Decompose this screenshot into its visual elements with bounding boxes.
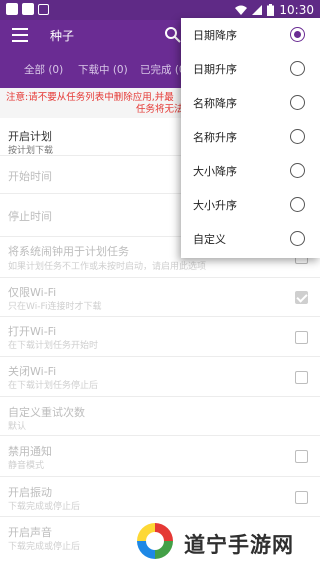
checkbox[interactable] xyxy=(295,371,308,384)
checkbox[interactable] xyxy=(295,450,308,463)
checkbox[interactable] xyxy=(295,291,308,304)
setting-subtitle: 静音模式 xyxy=(8,461,45,471)
signal-icon xyxy=(252,5,263,15)
checkbox[interactable] xyxy=(295,331,308,344)
setting-title: 开启计划 xyxy=(8,130,52,143)
setting-title: 仅限Wi-Fi xyxy=(8,286,57,299)
watermark-text: 道宁手游网 xyxy=(184,533,294,557)
menu-icon[interactable] xyxy=(12,28,28,42)
sort-option-label: 大小升序 xyxy=(193,199,237,212)
sort-option-size-desc[interactable]: 大小降序 xyxy=(181,154,320,188)
watermark-logo-icon xyxy=(136,522,174,560)
radio-button[interactable] xyxy=(290,129,305,144)
setting-vibration[interactable]: 开启振动 下载完成或停止后 xyxy=(0,477,320,517)
wifi-icon xyxy=(235,5,248,15)
sort-option-size-asc[interactable]: 大小升序 xyxy=(181,188,320,222)
notification-icon xyxy=(6,3,18,15)
setting-subtitle: 在下载计划任务停止后 xyxy=(8,381,99,391)
sort-option-label: 日期降序 xyxy=(193,29,237,42)
radio-button[interactable] xyxy=(290,197,305,212)
shield-icon xyxy=(38,3,49,15)
battery-icon xyxy=(267,4,275,16)
setting-disable-notification[interactable]: 禁用通知 静音模式 xyxy=(0,436,320,477)
tab-all[interactable]: 全部 (0) xyxy=(24,50,63,77)
page-title: 种子 xyxy=(50,29,75,43)
setting-title: 自定义重试次数 xyxy=(8,406,85,419)
sort-option-custom[interactable]: 自定义 xyxy=(181,222,320,256)
setting-turn-off-wifi[interactable]: 关闭Wi-Fi 在下载计划任务停止后 xyxy=(0,357,320,397)
radio-button[interactable] xyxy=(290,163,305,178)
status-bar: 10:30 xyxy=(0,0,320,20)
setting-subtitle: 如果计划任务不工作或未按时启动，请启用此选项 xyxy=(8,262,207,272)
sort-option-label: 大小降序 xyxy=(193,165,237,178)
setting-title: 停止时间 xyxy=(8,210,52,223)
sort-menu: 日期降序 日期升序 名称降序 名称升序 大小降序 大小升序 自定义 xyxy=(181,18,320,258)
setting-title: 开启声音 xyxy=(8,526,52,539)
sort-option-label: 日期升序 xyxy=(193,63,237,76)
setting-title: 关闭Wi-Fi xyxy=(8,365,57,378)
setting-wifi-only[interactable]: 仅限Wi-Fi 只在Wi-Fi连接时才下载 xyxy=(0,278,320,317)
sort-option-name-asc[interactable]: 名称升序 xyxy=(181,120,320,154)
notification-icon xyxy=(22,3,34,15)
sort-option-date-asc[interactable]: 日期升序 xyxy=(181,52,320,86)
setting-title: 开始时间 xyxy=(8,170,52,183)
radio-button[interactable] xyxy=(290,95,305,110)
checkbox[interactable] xyxy=(295,491,308,504)
setting-subtitle: 默认 xyxy=(8,422,27,432)
setting-turn-on-wifi[interactable]: 打开Wi-Fi 在下载计划任务开始时 xyxy=(0,317,320,357)
clock: 10:30 xyxy=(279,3,314,17)
setting-subtitle: 下载完成或停止后 xyxy=(8,542,81,552)
radio-button[interactable] xyxy=(290,231,305,246)
setting-subtitle: 只在Wi-Fi连接时才下载 xyxy=(8,302,102,312)
setting-subtitle: 在下载计划任务开始时 xyxy=(8,341,99,351)
radio-button[interactable] xyxy=(290,27,305,42)
setting-subtitle: 下载完成或停止后 xyxy=(8,502,81,512)
tab-downloading[interactable]: 下载中 (0) xyxy=(78,50,128,77)
notice-line-1: 注意:请不要从任务列表中删除应用,并最 xyxy=(6,92,174,103)
setting-title: 将系统闹钟用于计划任务 xyxy=(8,245,129,258)
sort-option-label: 名称升序 xyxy=(193,131,237,144)
search-icon[interactable] xyxy=(164,26,182,44)
setting-retry-count[interactable]: 自定义重试次数 默认 xyxy=(0,397,320,436)
sort-option-label: 自定义 xyxy=(193,233,226,246)
sort-option-date-desc[interactable]: 日期降序 xyxy=(181,18,320,52)
setting-subtitle: 按计划下载 xyxy=(8,146,54,156)
setting-title: 打开Wi-Fi xyxy=(8,325,57,338)
sort-option-name-desc[interactable]: 名称降序 xyxy=(181,86,320,120)
radio-button[interactable] xyxy=(290,61,305,76)
setting-title: 禁用通知 xyxy=(8,445,52,458)
watermark: 道宁手游网 xyxy=(134,520,320,571)
setting-title: 开启振动 xyxy=(8,486,52,499)
sort-option-label: 名称降序 xyxy=(193,97,237,110)
